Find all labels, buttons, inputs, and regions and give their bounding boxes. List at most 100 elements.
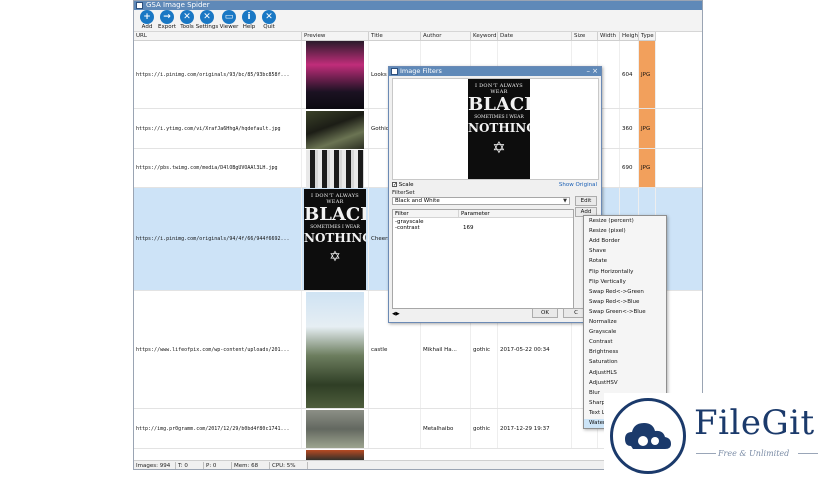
cell-height: 360 — [620, 109, 639, 148]
chevron-down-icon: ▼ — [563, 198, 567, 204]
preview-thumbnail[interactable] — [306, 150, 364, 188]
filter-parameter[interactable]: 169 — [461, 225, 474, 232]
column-header-keyword[interactable]: Keyword — [471, 32, 498, 41]
filterset-label: FilterSet — [392, 190, 415, 196]
column-header-width[interactable]: Width — [598, 32, 620, 41]
quit-button[interactable]: ✕ Quit — [258, 10, 280, 32]
menu-item-resize-percent[interactable]: Resize (percent) — [584, 217, 666, 227]
tshirt-text-4: NOTHING — [468, 121, 530, 135]
tshirt-text-2: BLACK — [468, 94, 530, 115]
filegit-watermark: FileGit Free & Unlimited — [604, 393, 832, 481]
add-icon: + — [140, 10, 154, 24]
brand-name: FileGit — [694, 403, 815, 443]
cell-type: JPG — [639, 109, 656, 148]
help-icon: i — [242, 10, 256, 24]
pentagram-icon: ✡ — [492, 138, 506, 157]
filter-name[interactable]: -contrast — [393, 225, 420, 232]
menu-item-normalize[interactable]: Normalize — [584, 318, 666, 328]
cell-url: https://pbs.twimg.com/media/D4lOBgUVOAAl… — [134, 149, 302, 187]
menu-item-resize-pixel[interactable]: Resize (pixel) — [584, 227, 666, 237]
ok-button[interactable]: OK — [532, 308, 558, 318]
cell-author: Metalhaibo — [421, 409, 471, 448]
menu-item-adjusthls[interactable]: AdjustHLS — [584, 369, 666, 379]
status-memory: Mem: 68 (MB) — [232, 462, 270, 469]
menu-item-adjusthsv[interactable]: AdjustHSV — [584, 379, 666, 389]
toolbar-label: Quit — [263, 24, 275, 30]
menu-item-flip-horizontally[interactable]: Flip Horizontally — [584, 268, 666, 278]
preview-thumbnail[interactable] — [306, 292, 364, 408]
quit-icon: ✕ — [262, 10, 276, 24]
cell-url: https://i.pinimg.com/originals/93/bc/85/… — [134, 41, 302, 108]
cell-height: 690 — [620, 149, 639, 187]
status-cpu: CPU: 5% — [270, 462, 308, 469]
minimize-icon[interactable]: – — [587, 67, 591, 76]
preview-thumbnail[interactable] — [306, 450, 364, 460]
cell-type: JPG — [639, 41, 656, 108]
edit-button[interactable]: Edit — [575, 196, 597, 206]
menu-item-add-border[interactable]: Add Border — [584, 237, 666, 247]
column-header-height[interactable]: Height — [620, 32, 639, 41]
title-bar: GSA Image Spider — [134, 1, 702, 10]
menu-item-saturation[interactable]: Saturation — [584, 358, 666, 368]
preview-thumbnail[interactable] — [306, 111, 364, 149]
preview-thumbnail[interactable] — [306, 410, 364, 448]
toolbar: + Add → Export ✕ Tools ✕ Settings ▭ Viewer i Help ✕ Q… — [134, 10, 702, 32]
preview-image: I DON'T ALWAYS WEAR BLACK SOMETIMES I WE… — [468, 79, 530, 179]
settings-icon: ✕ — [200, 10, 214, 24]
show-original-link[interactable]: Show Original — [559, 181, 597, 189]
grid-scroll-arrows[interactable]: ◀▶ — [392, 311, 406, 318]
menu-item-rotate[interactable]: Rotate — [584, 257, 666, 267]
column-header-size[interactable]: Size — [572, 32, 598, 41]
tagline-rule-right — [798, 453, 818, 454]
status-pending: P: 0 — [204, 462, 232, 469]
tagline-rule-left — [696, 453, 716, 454]
menu-item-swap-red-blue[interactable]: Swap Red<->Blue — [584, 298, 666, 308]
menu-item-shave[interactable]: Shave — [584, 247, 666, 257]
preview-thumbnail[interactable]: I DON'T ALWAYS WEARBLACKSOMETIMES I WEAR… — [304, 189, 366, 290]
menu-item-flip-vertically[interactable]: Flip Vertically — [584, 278, 666, 288]
status-images: Images: 994 — [134, 462, 176, 469]
tshirt-text-4: NOTHING — [304, 231, 366, 245]
filegit-logo — [610, 398, 686, 474]
cell-height: 604 — [620, 41, 639, 108]
dialog-title-bar: Image Filters – × — [389, 67, 601, 76]
filter-grid: Filter Parameter -grayscale -contrast 16… — [392, 209, 574, 309]
dialog-title: Image Filters — [400, 67, 442, 75]
brand-tagline: Free & Unlimited — [718, 449, 790, 458]
tshirt-text-2: BLACK — [304, 204, 366, 225]
menu-item-swap-green-blue[interactable]: Swap Green<->Blue — [584, 308, 666, 318]
cell-url: https://www.lifeofpix.com/wp-content/upl… — [134, 291, 302, 408]
cell-title — [369, 409, 421, 448]
menu-item-swap-red-green[interactable]: Swap Red<->Green — [584, 288, 666, 298]
pentagram-icon: ✡ — [329, 249, 341, 265]
menu-item-contrast[interactable]: Contrast — [584, 338, 666, 348]
column-header-author[interactable]: Author — [421, 32, 471, 41]
filter-preview: I DON'T ALWAYS WEAR BLACK SOMETIMES I WE… — [392, 78, 599, 180]
column-header-date[interactable]: Date — [498, 32, 572, 41]
close-icon[interactable]: × — [592, 67, 598, 76]
filterset-select[interactable]: Black and White ▼ — [392, 197, 570, 205]
dialog-icon — [391, 68, 398, 75]
menu-item-brightness[interactable]: Brightness — [584, 348, 666, 358]
status-threads: T: 0 — [176, 462, 204, 469]
scale-row: ✓ Scale Show Original — [392, 181, 599, 189]
cell-type: JPG — [639, 149, 656, 187]
column-header-url[interactable]: URL — [134, 32, 302, 41]
cell-url: https://i.ytimg.com/vi/XrafJa6HhgA/hqdef… — [134, 109, 302, 148]
scale-label: Scale — [398, 182, 414, 188]
grid-header-filter: Filter — [393, 210, 459, 218]
menu-item-grayscale[interactable]: Grayscale — [584, 328, 666, 338]
scale-checkbox[interactable]: ✓ — [392, 182, 397, 188]
export-icon: → — [160, 10, 174, 24]
column-header-title[interactable]: Title — [369, 32, 421, 41]
preview-thumbnail[interactable] — [306, 41, 364, 109]
column-header-type[interactable]: Type — [639, 32, 656, 41]
app-icon — [136, 2, 143, 9]
cell-url: http://img.pr0gramm.com/2017/12/29/b0bd4… — [134, 409, 302, 448]
column-header-preview[interactable]: Preview — [302, 32, 369, 41]
image-filters-dialog: Image Filters – × I DON'T ALWAYS WEAR BL… — [388, 66, 602, 323]
viewer-icon: ▭ — [222, 10, 236, 24]
cell-keyword: gothic — [471, 409, 498, 448]
filterset-value: Black and White — [395, 198, 440, 204]
tools-icon: ✕ — [180, 10, 194, 24]
